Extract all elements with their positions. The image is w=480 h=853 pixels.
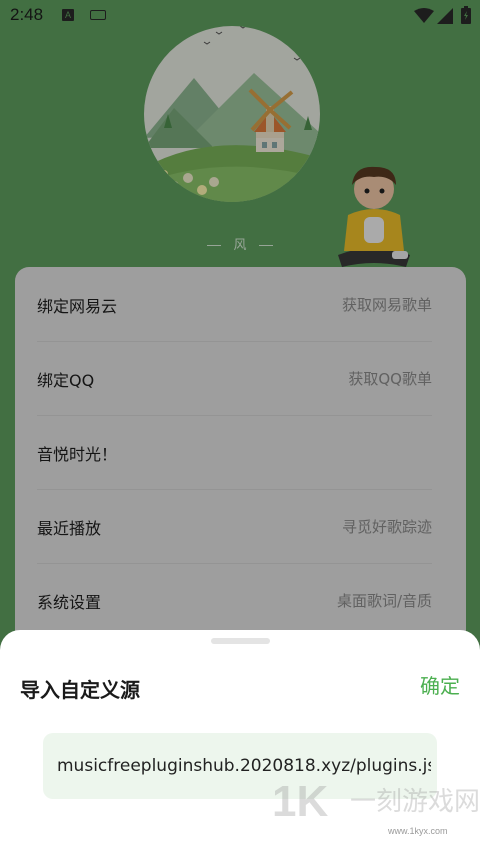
svg-text:1K: 1K <box>272 777 328 826</box>
svg-text:一刻游戏网: 一刻游戏网 <box>350 787 480 817</box>
sheet-title: 导入自定义源 <box>20 678 140 702</box>
watermark-logo: 1K 一刻游戏网 <box>272 777 480 826</box>
sheet-drag-handle[interactable] <box>211 638 270 644</box>
confirm-button[interactable]: 确定 <box>420 670 460 699</box>
watermark-url: www.1kyx.com <box>388 826 448 836</box>
